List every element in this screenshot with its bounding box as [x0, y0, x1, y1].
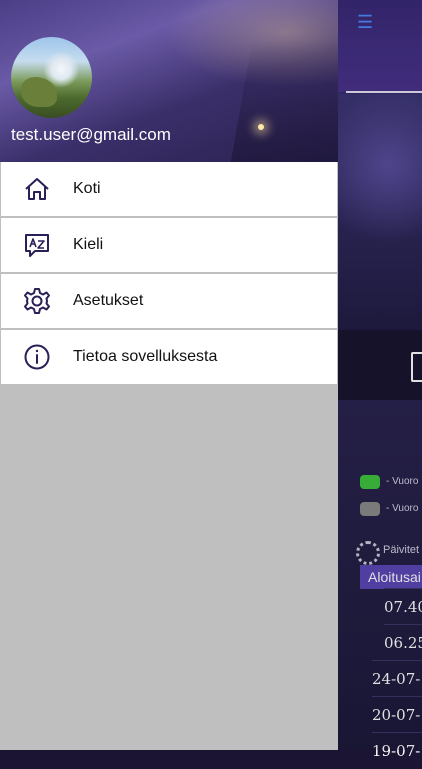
drawer-header: test.user@gmail.com	[0, 0, 338, 162]
menu-item-label: Kieli	[73, 236, 104, 253]
gear-icon	[24, 288, 50, 314]
header-background-image	[227, 40, 338, 162]
info-icon	[24, 344, 50, 370]
avatar-detail	[21, 77, 57, 107]
menu-item-language[interactable]: Kieli	[1, 218, 337, 272]
menu-item-home[interactable]: Koti	[1, 162, 337, 216]
avatar[interactable]	[11, 37, 92, 118]
menu-item-about[interactable]: Tietoa sovelluksesta	[1, 330, 337, 384]
street-lamp	[258, 124, 264, 130]
translate-icon	[25, 234, 49, 257]
navigation-drawer: test.user@gmail.com Koti Kieli Asetukset…	[0, 0, 338, 750]
menu-item-label: Asetukset	[73, 292, 144, 309]
home-icon	[25, 178, 49, 200]
menu-item-label: Koti	[73, 180, 101, 197]
drawer-scrim[interactable]	[338, 0, 422, 750]
user-email: test.user@gmail.com	[11, 125, 171, 144]
menu-item-settings[interactable]: Asetukset	[1, 274, 337, 328]
menu-item-label: Tietoa sovelluksesta	[73, 348, 218, 365]
